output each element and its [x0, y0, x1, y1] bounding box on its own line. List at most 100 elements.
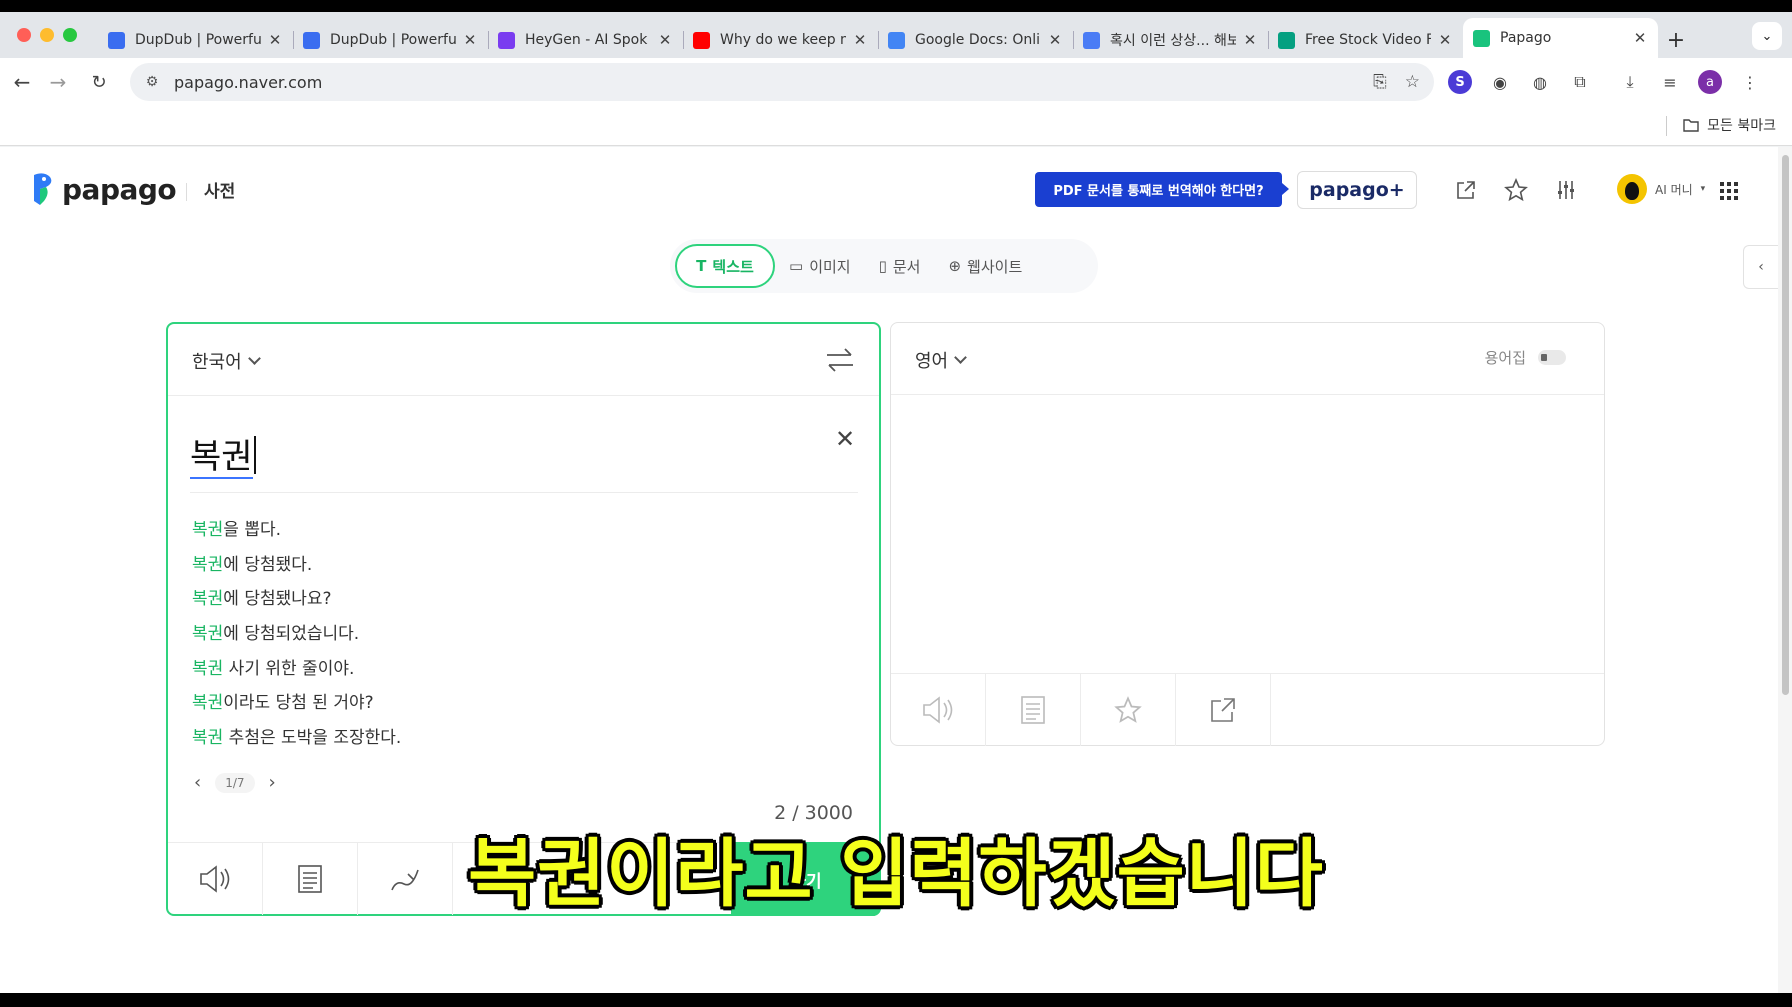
browser-tab[interactable]: Google Docs: Onli ✕	[878, 22, 1073, 58]
forward-button[interactable]: →	[44, 68, 72, 96]
user-menu[interactable]: AI 머니 ▾	[1617, 174, 1705, 204]
close-tab-icon[interactable]: ✕	[852, 31, 868, 49]
papago-plus-button[interactable]: papago+	[1297, 171, 1417, 209]
extension-globe-icon[interactable]: ◍	[1528, 70, 1552, 94]
close-tab-icon[interactable]: ✕	[1047, 31, 1063, 49]
example-sentence[interactable]: 복권 사기 위한 줄이야.	[192, 649, 401, 684]
reload-button[interactable]: ↻	[85, 68, 113, 96]
glossary-control: 용어집	[1485, 347, 1566, 368]
mode-label: 웹사이트	[967, 257, 1023, 276]
papago-logo[interactable]: papago	[30, 171, 177, 207]
close-tab-icon[interactable]: ✕	[1437, 31, 1453, 49]
example-sentence[interactable]: 복권 에 당첨됐다.	[192, 545, 401, 580]
globe-icon: ⊕	[948, 257, 962, 275]
example-rest: 추첨은 도박을 조장한다.	[223, 727, 402, 748]
text-icon: T	[696, 257, 707, 275]
papago-bird-icon	[34, 173, 52, 205]
address-url: papago.naver.com	[174, 72, 323, 92]
install-app-icon[interactable]: ⎘	[1373, 72, 1387, 92]
bookmark-star-icon[interactable]: ☆	[1405, 72, 1420, 92]
media-control-icon[interactable]: ≡	[1658, 70, 1682, 94]
favorite-translation-button[interactable]	[1081, 674, 1176, 746]
browser-tab[interactable]: Free Stock Video F ✕	[1268, 22, 1463, 58]
example-keyword: 복권	[192, 623, 224, 644]
side-panel-toggle[interactable]: ‹	[1743, 245, 1778, 289]
new-tab-button[interactable]: +	[1658, 22, 1694, 58]
mode-tab[interactable]: ▯ 문서	[865, 244, 935, 288]
heygen-icon	[498, 31, 515, 49]
chevron-down-icon	[247, 352, 261, 365]
settings-sliders-icon[interactable]	[1553, 177, 1579, 203]
browser-tab[interactable]: DupDub | Powerfu ✕	[293, 22, 488, 58]
minimize-window-button[interactable]	[40, 28, 54, 42]
close-tab-icon[interactable]: ✕	[1632, 29, 1648, 47]
source-language-select[interactable]: 한국어	[192, 348, 261, 374]
window-controls	[17, 28, 77, 42]
example-sentence[interactable]: 복권 에 당첨되었습니다.	[192, 614, 401, 649]
next-page-icon[interactable]: ›	[265, 772, 280, 793]
scrollbar-thumb[interactable]	[1782, 155, 1789, 695]
browser-tab[interactable]: Why do we keep n ✕	[683, 22, 878, 58]
tab-search-button[interactable]: ⌄	[1752, 22, 1782, 50]
close-tab-icon[interactable]: ✕	[657, 31, 673, 49]
source-divider	[190, 492, 858, 493]
close-tab-icon[interactable]: ✕	[267, 31, 283, 49]
tab-bar: DupDub | Powerfu ✕ DupDub | Powerfu ✕ HeyGen…	[0, 12, 1792, 58]
glossary-toggle[interactable]	[1538, 350, 1566, 365]
example-rest: 에 당첨되었습니다.	[223, 623, 360, 644]
back-button[interactable]: ←	[8, 68, 36, 96]
target-panel-header: 영어 용어집	[891, 323, 1604, 395]
favorites-star-icon[interactable]	[1503, 177, 1529, 203]
bookmarks-bar: 모든 북마크	[0, 106, 1792, 146]
source-text-input[interactable]: 복권	[190, 429, 256, 479]
example-sentence[interactable]: 복권 추첨은 도박을 조장한다.	[192, 718, 401, 753]
page-scrollbar[interactable]	[1778, 147, 1792, 993]
example-sentence[interactable]: 복권 을 뽑다.	[192, 510, 401, 545]
tab-title: 혹시 이런 상상... 해보	[1110, 33, 1236, 49]
extension-play-icon[interactable]: ◉	[1488, 70, 1512, 94]
listen-translation-button[interactable]	[891, 674, 986, 746]
close-window-button[interactable]	[17, 28, 31, 42]
swap-languages-icon[interactable]	[825, 346, 855, 374]
all-bookmarks-button[interactable]: 모든 북마크	[1683, 115, 1776, 135]
browser-tab[interactable]: 혹시 이런 상상... 해보 ✕	[1073, 22, 1268, 58]
browser-tab[interactable]: HeyGen - AI Spok ✕	[488, 22, 683, 58]
pdf-promo-banner[interactable]: PDF 문서를 통째로 번역해야 한다면?	[1035, 172, 1289, 207]
mode-label: 텍스트	[712, 257, 754, 276]
mode-tab[interactable]: ▭ 이미지	[775, 244, 865, 288]
share-translation-button[interactable]	[1176, 674, 1271, 746]
example-sentence[interactable]: 복권 이라도 당첨 된 거야?	[192, 683, 401, 718]
dupdub-icon	[108, 31, 125, 49]
example-keyword: 복권	[192, 658, 224, 679]
dupdub-icon	[303, 31, 320, 49]
mode-tab[interactable]: T 텍스트	[675, 244, 775, 288]
example-rest: 에 당첨됐나요?	[223, 589, 332, 610]
downloads-icon[interactable]: ⤓	[1618, 70, 1642, 94]
all-bookmarks-label: 모든 북마크	[1707, 118, 1776, 134]
prev-page-icon[interactable]: ‹	[190, 772, 205, 793]
apps-grid-icon[interactable]	[1720, 182, 1738, 200]
profile-avatar[interactable]: a	[1698, 70, 1722, 94]
close-tab-icon[interactable]: ✕	[1242, 31, 1258, 49]
mode-tab[interactable]: ⊕ 웹사이트	[934, 244, 1036, 288]
site-settings-icon[interactable]: ⚙	[142, 72, 162, 92]
dictionary-link[interactable]: 사전	[204, 177, 235, 202]
mode-label: 문서	[892, 257, 921, 276]
image-icon: ▭	[789, 257, 804, 275]
browser-tab[interactable]: Papago ✕	[1463, 18, 1658, 58]
copy-note-button[interactable]	[986, 674, 1081, 746]
extension-s-icon[interactable]: S	[1448, 70, 1472, 94]
clear-text-icon[interactable]: ✕	[833, 425, 857, 453]
target-language-select[interactable]: 영어	[915, 347, 967, 373]
example-keyword: 복권	[192, 693, 224, 714]
address-bar[interactable]: ⚙ papago.naver.com ⎘ ☆	[130, 63, 1434, 101]
browser-menu-icon[interactable]: ⋮	[1738, 70, 1762, 94]
tab-strip: DupDub | Powerfu ✕ DupDub | Powerfu ✕ HeyGen…	[98, 18, 1694, 58]
maximize-window-button[interactable]	[63, 28, 77, 42]
source-language-label: 한국어	[192, 352, 242, 373]
example-sentence[interactable]: 복권 에 당첨됐나요?	[192, 579, 401, 614]
close-tab-icon[interactable]: ✕	[462, 31, 478, 49]
extensions-puzzle-icon[interactable]: ⧉	[1568, 70, 1592, 94]
browser-tab[interactable]: DupDub | Powerfu ✕	[98, 22, 293, 58]
share-out-icon[interactable]	[1453, 177, 1479, 203]
